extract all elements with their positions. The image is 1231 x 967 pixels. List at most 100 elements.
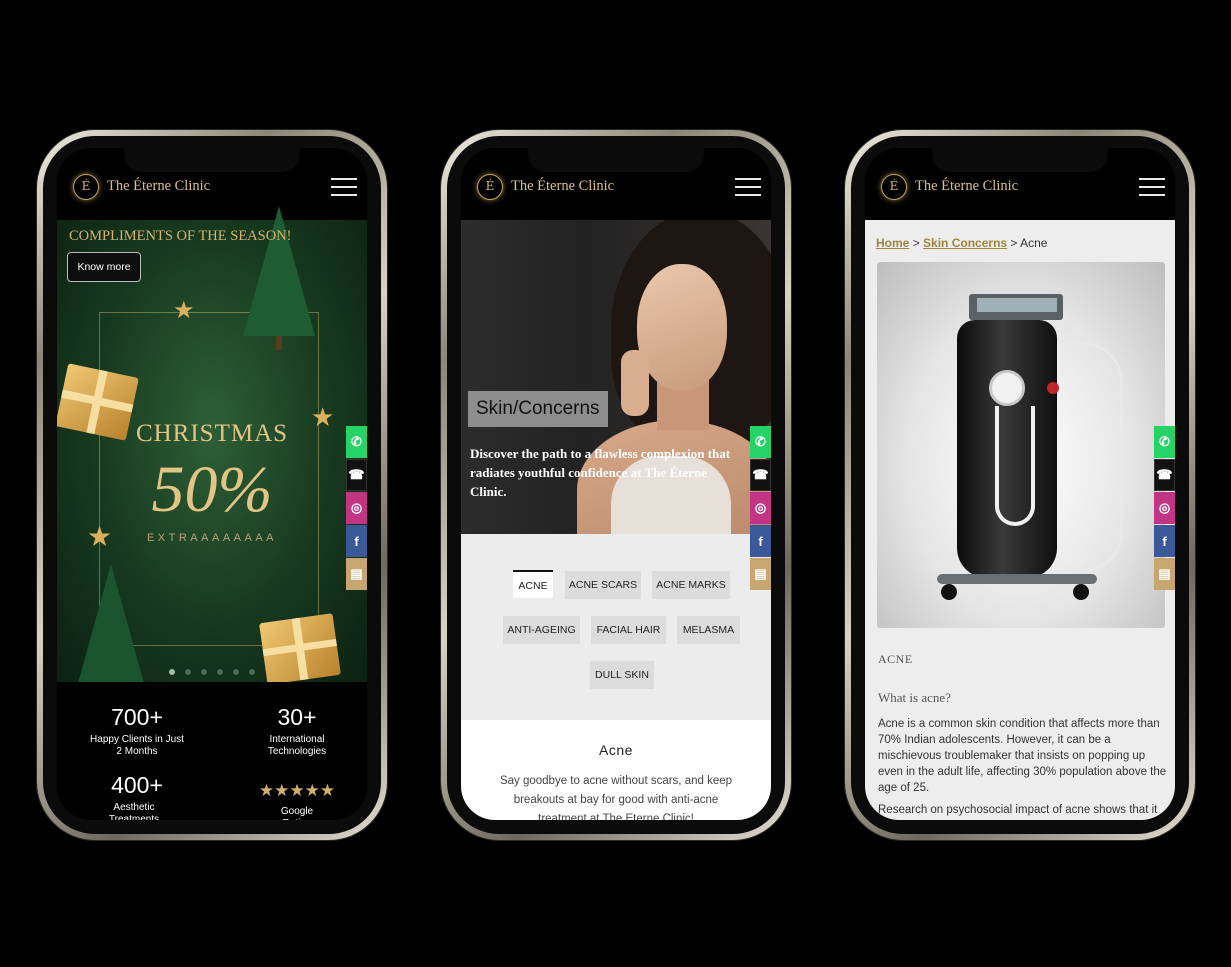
facebook-icon[interactable]: f [1154,525,1175,557]
contact-card-icon[interactable]: ▤ [750,558,771,590]
section-label: ACNE [878,652,913,666]
contact-card-icon[interactable]: ▤ [346,558,367,590]
banner-title: COMPLIMENTS OF THE SEASON! [69,228,292,244]
carousel-dot[interactable] [217,669,223,675]
logo-icon[interactable]: É [881,174,907,200]
star-icon: ★ [173,297,195,324]
tab-acne-scars[interactable]: ACNE SCARS [565,571,641,599]
tab-anti-ageing[interactable]: ANTI-AGEING [503,616,580,644]
facebook-icon[interactable]: f [346,525,367,557]
logo-icon[interactable]: É [73,174,99,200]
stat-value: 400+ [111,772,163,798]
stats-section: 700+ Happy Clients in Just 2 Months 30+ … [57,682,367,820]
stat-label: International Technologies [267,734,327,757]
stat-value: 700+ [111,704,163,730]
tab-melasma[interactable]: MELASMA [677,616,740,644]
christmas-banner: ★ ★ ★ [57,206,367,694]
social-sidebar: ✆ ☎ ◎ f ▤ [346,426,367,591]
hamburger-menu-icon[interactable] [331,178,357,198]
screen-home: É The Éterne Clinic ★ ★ ★ COMPLIMENTS OF… [57,148,367,820]
phone-icon[interactable]: ☎ [346,459,367,491]
christmas-heading: CHRISTMAS [135,420,289,447]
paragraph: Acne is a common skin condition that aff… [878,718,1167,794]
phone-mockup-acne: É The Éterne Clinic Home > Skin Concerns… [845,130,1195,840]
machine-base [937,574,1097,584]
carousel-dot[interactable] [169,669,175,675]
whatsapp-icon[interactable]: ✆ [750,426,771,458]
machine-red-button [1047,382,1059,394]
section-title: Acne [599,742,633,758]
instagram-icon[interactable]: ◎ [750,492,771,524]
breadcrumb-home-link[interactable]: Home [876,236,909,250]
notch [932,148,1108,172]
breadcrumb-skin-concerns-link[interactable]: Skin Concerns [923,236,1007,250]
machine-wheel [1073,584,1089,600]
instagram-icon[interactable]: ◎ [346,492,367,524]
notch [528,148,704,172]
phone-mockup-home: É The Éterne Clinic ★ ★ ★ COMPLIMENTS OF… [37,130,387,840]
page-title: Skin/Concerns [468,391,608,427]
logo-icon[interactable]: É [477,174,503,200]
stat-technologies: 30+ International Technologies [237,704,357,758]
stat-treatments: 400+ Aesthetic Treatments [77,772,197,820]
device-image [877,262,1165,628]
breadcrumb-current: Acne [1020,236,1048,250]
machine-cable [1063,342,1123,572]
section-question: What is acne? [878,690,951,705]
phone-bezel: É The Éterne Clinic Skin/Concerns Discov… [447,136,785,834]
breadcrumb-separator: > [912,236,920,250]
hamburger-menu-icon[interactable] [735,178,761,198]
carousel-dots [57,662,367,680]
phone-bezel: É The Éterne Clinic ★ ★ ★ COMPLIMENTS OF… [43,136,381,834]
tab-acne[interactable]: ACNE [513,570,553,598]
brand-name[interactable]: The Éterne Clinic [915,178,1018,195]
brand-name[interactable]: The Éterne Clinic [511,178,614,195]
stat-value: 30+ [277,704,317,730]
carousel-dot[interactable] [233,669,239,675]
stat-google-rating: ★★★★★ Google Rating [237,780,357,820]
tab-acne-marks[interactable]: ACNE MARKS [652,571,730,599]
stat-label: Happy Clients in Just 2 Months [90,734,184,757]
phone-bezel: É The Éterne Clinic Home > Skin Concerns… [851,136,1189,834]
brand-name[interactable]: The Éterne Clinic [107,178,210,195]
whatsapp-icon[interactable]: ✆ [1154,426,1175,458]
carousel-dot[interactable] [249,669,255,675]
screen-skin-concerns: É The Éterne Clinic Skin/Concerns Discov… [461,148,771,820]
instagram-icon[interactable]: ◎ [1154,492,1175,524]
notch [124,148,300,172]
facebook-icon[interactable]: f [750,525,771,557]
whatsapp-icon[interactable]: ✆ [346,426,367,458]
portrait-hand [621,350,649,416]
paragraph: Research on psychosocial impact of acne … [878,804,1158,816]
concern-tabs: ACNE ACNE SCARS ACNE MARKS ANTI-AGEING F… [461,534,771,720]
tab-dull-skin[interactable]: DULL SKIN [590,661,654,689]
section-text: Say goodbye to acne without scars, and k… [499,775,733,820]
hero-description: Discover the path to a flawless complexi… [470,446,731,499]
stat-label: Aesthetic Treatments [108,802,160,820]
rating-stars-icon: ★★★★★ [258,781,336,800]
machine-screen [977,298,1057,312]
carousel-dot[interactable] [201,669,207,675]
contact-card-icon[interactable]: ▤ [1154,558,1175,590]
phone-mockup-skin-concerns: É The Éterne Clinic Skin/Concerns Discov… [441,130,791,840]
hamburger-menu-icon[interactable] [1139,178,1165,198]
discount-percent: 50% [151,453,273,526]
stat-clients: 700+ Happy Clients in Just 2 Months [77,704,197,758]
pine-trunk-top [276,336,282,350]
machine-dial [989,370,1025,406]
social-sidebar: ✆ ☎ ◎ f ▤ [750,426,771,591]
discount-subtext: EXTRAAAAAAAA [146,532,278,544]
carousel-dot[interactable] [185,669,191,675]
phone-icon[interactable]: ☎ [750,459,771,491]
machine-hose [995,406,1035,526]
phone-icon[interactable]: ☎ [1154,459,1175,491]
concern-detail: Acne Say goodbye to acne without scars, … [461,720,771,820]
social-sidebar: ✆ ☎ ◎ f ▤ [1154,426,1175,591]
machine-wheel [941,584,957,600]
portrait-face [637,264,727,390]
tab-facial-hair[interactable]: FACIAL HAIR [591,616,666,644]
breadcrumb-separator: > [1010,236,1018,250]
pine-tree-top [243,206,315,336]
breadcrumb: Home > Skin Concerns > Acne [876,236,1047,250]
know-more-button[interactable]: Know more [67,252,141,282]
